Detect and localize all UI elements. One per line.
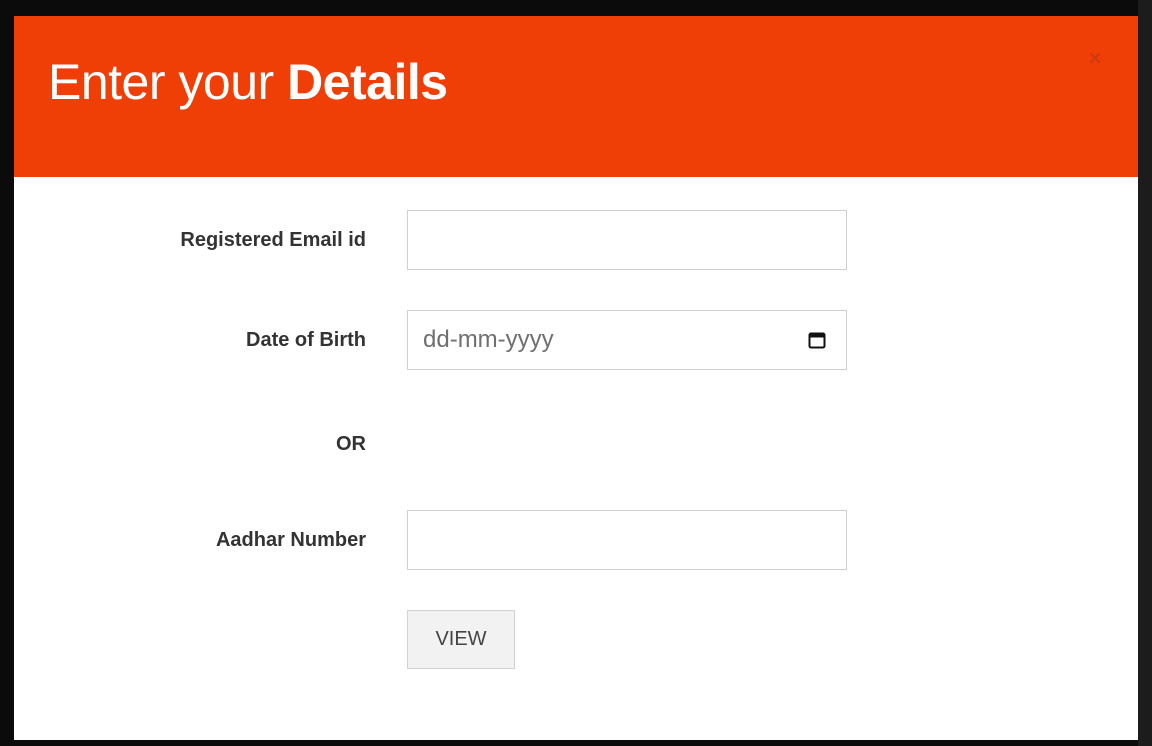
modal-title: Enter your Details [48, 52, 448, 112]
backdrop-edge [1138, 0, 1152, 746]
dob-field[interactable]: dd-mm-yyyy [407, 310, 847, 370]
aadhar-field[interactable] [407, 510, 847, 570]
modal-title-light: Enter your [48, 54, 274, 110]
close-button[interactable]: × [1082, 46, 1108, 72]
dob-row: Date of Birth dd-mm-yyyy [14, 310, 1138, 370]
calendar-icon[interactable] [808, 331, 826, 349]
modal-header: Enter your Details × [14, 16, 1138, 177]
email-row: Registered Email id [14, 210, 1138, 270]
aadhar-row: Aadhar Number [14, 510, 1138, 570]
email-field[interactable] [407, 210, 847, 270]
view-button[interactable]: VIEW [407, 610, 515, 669]
dob-label: Date of Birth [246, 329, 366, 351]
dob-placeholder: dd-mm-yyyy [423, 326, 554, 353]
aadhar-label: Aadhar Number [215, 529, 366, 551]
modal-title-bold: Details [287, 54, 448, 110]
email-label: Registered Email id [180, 229, 366, 251]
details-modal: Enter your Details × Registered Email id… [14, 16, 1138, 740]
or-separator: OR [336, 433, 366, 455]
close-icon: × [1087, 45, 1102, 72]
